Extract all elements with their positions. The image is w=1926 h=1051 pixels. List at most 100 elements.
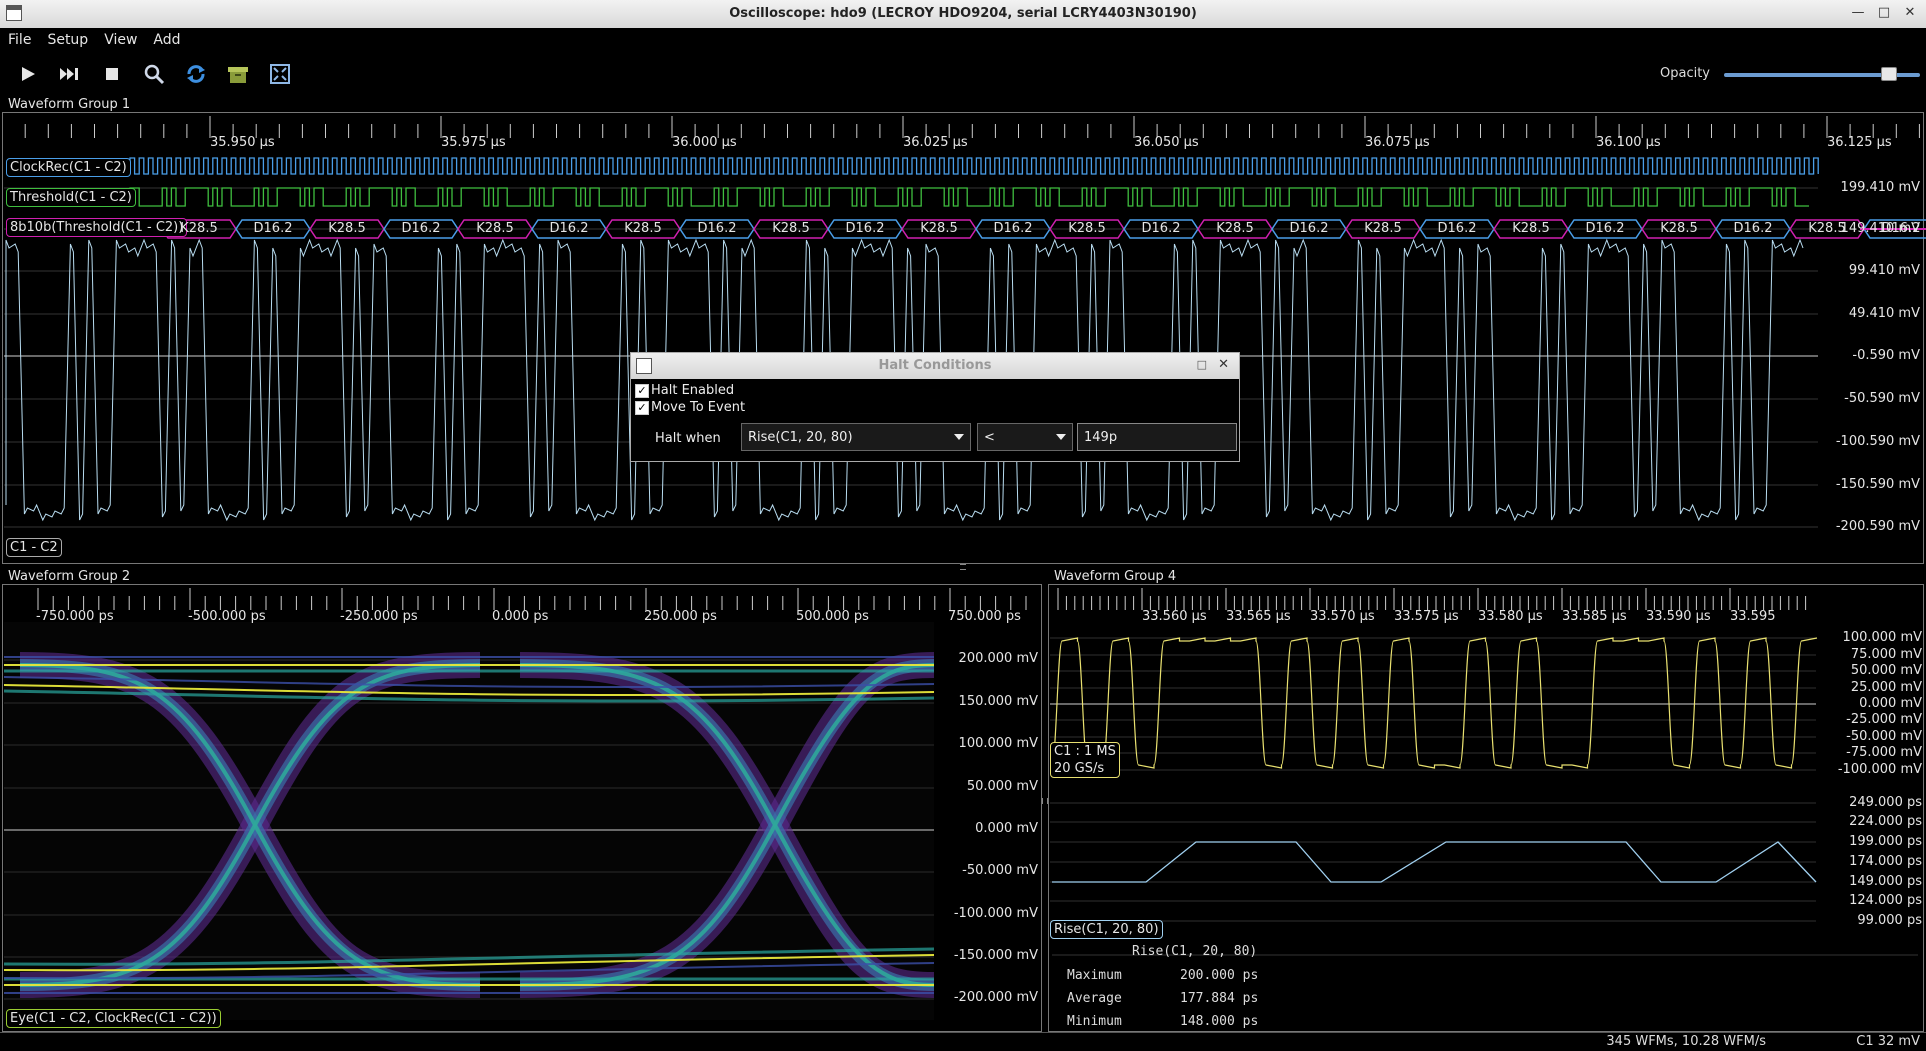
dialog-maximize-icon[interactable]: □ xyxy=(1197,358,1207,371)
menu-view[interactable]: View xyxy=(96,28,145,52)
decode-symbol-label: K28.5 xyxy=(1068,221,1106,236)
decode-symbol-label: K28.5 xyxy=(624,221,662,236)
step-icon[interactable] xyxy=(56,61,84,87)
c1-sample-depth: C1 : 1 MS xyxy=(1054,744,1116,759)
time-tick-label: 36.025 µs xyxy=(903,135,968,150)
voltage-tick-label: -50.000 mV xyxy=(1846,729,1922,744)
stats-header: Rise(C1, 20, 80) xyxy=(1132,944,1258,959)
voltage-tick-label: 25.000 mV xyxy=(1850,680,1922,695)
decode-symbol-label: D16.2 xyxy=(253,221,293,236)
decode-symbol-label: D16.2 xyxy=(549,221,589,236)
channel-label-analog[interactable]: C1 - C2 xyxy=(6,538,62,557)
halt-enabled-checkbox[interactable]: ✓ Halt Enabled xyxy=(635,383,734,398)
zoom-icon[interactable] xyxy=(140,61,168,87)
time-tick-label: 33.585 µs xyxy=(1562,609,1627,624)
chevron-down-icon xyxy=(1056,434,1066,440)
voltage-tick-label: 49.410 mV xyxy=(1848,306,1920,321)
time-tick-label: 750.000 ps xyxy=(948,609,1021,624)
time-tick-label: 33.590 µs xyxy=(1646,609,1711,624)
channel-label-c1[interactable]: C1 : 1 MS 20 GS/s xyxy=(1050,742,1120,778)
decode-symbol-label: K28.5 xyxy=(1808,221,1846,236)
halt-enabled-label: Halt Enabled xyxy=(651,383,735,398)
opacity-slider[interactable] xyxy=(1724,67,1920,81)
play-icon[interactable] xyxy=(14,61,42,87)
voltage-tick-label: 50.000 mV xyxy=(966,779,1038,794)
decode-symbol-label: K28.5 xyxy=(1216,221,1254,236)
chevron-down-icon xyxy=(954,434,964,440)
toolbar xyxy=(0,54,1926,94)
maximize-icon[interactable]: □ xyxy=(1876,5,1892,20)
opacity-slider-handle[interactable] xyxy=(1880,67,1897,81)
voltage-tick-label: -200.000 mV xyxy=(953,990,1038,1005)
stat-average-value: 177.884 ps xyxy=(1180,991,1259,1006)
status-waveform-rate: 345 WFMs, 10.28 WFM/s xyxy=(1606,1034,1766,1049)
time-tick-label: 36.050 µs xyxy=(1134,135,1199,150)
fullscreen-icon[interactable] xyxy=(266,61,294,87)
menu-file[interactable]: File xyxy=(0,28,39,52)
stat-minimum-value: 148.000 ps xyxy=(1180,1014,1259,1029)
decode-symbol-label: D16.2 xyxy=(993,221,1033,236)
splitter-handle-icon xyxy=(960,564,966,570)
horizontal-splitter[interactable] xyxy=(0,564,1926,570)
decode-symbol-label: K28.5 xyxy=(328,221,366,236)
trend-tick-label: 174.000 ps xyxy=(1849,854,1922,869)
voltage-tick-label: -150.590 mV xyxy=(1835,477,1920,492)
dialog-title: Halt Conditions xyxy=(878,358,992,373)
voltage-tick-label: -25.000 mV xyxy=(1846,712,1922,727)
voltage-tick-label: -75.000 mV xyxy=(1846,745,1922,760)
time-tick-label: 36.000 µs xyxy=(672,135,737,150)
menu-add[interactable]: Add xyxy=(145,28,188,52)
window-title: Oscilloscope: hdo9 (LECROY HDO9204, seri… xyxy=(729,6,1197,21)
voltage-tick-label: 200.000 mV xyxy=(958,651,1038,666)
channel-label-clockrec[interactable]: ClockRec(C1 - C2) xyxy=(6,158,131,177)
time-tick-label: 500.000 ps xyxy=(796,609,869,624)
channel-label-decode[interactable]: 8b10b(Threshold(C1 - C2)) xyxy=(6,218,188,237)
decode-symbol-label: K28.5 xyxy=(1364,221,1402,236)
channel-label-rise[interactable]: Rise(C1, 20, 80) xyxy=(1050,920,1163,939)
voltage-tick-label: -50.000 mV xyxy=(962,863,1038,878)
c1-trace xyxy=(1051,637,1818,769)
close-icon[interactable]: ✕ xyxy=(1902,5,1918,20)
dialog-titlebar[interactable]: Halt Conditions □ ✕ xyxy=(631,353,1239,379)
minimize-icon[interactable]: — xyxy=(1850,5,1866,20)
move-to-event-checkbox[interactable]: ✓ Move To Event xyxy=(635,400,745,415)
voltage-tick-label: -50.590 mV xyxy=(1844,391,1920,406)
decode-symbol-label: K28.5 xyxy=(476,221,514,236)
time-tick-label: 35.950 µs xyxy=(210,135,275,150)
decode-symbol-label: K28.5 xyxy=(180,221,218,236)
channel-label-eye[interactable]: Eye(C1 - C2, ClockRec(C1 - C2)) xyxy=(6,1009,221,1028)
decode-symbol-label: D16.2 xyxy=(1437,221,1477,236)
voltage-tick-label: 99.410 mV xyxy=(1848,263,1920,278)
voltage-tick-label: -100.000 mV xyxy=(1837,762,1922,777)
stat-maximum-value: 200.000 ps xyxy=(1180,968,1259,983)
refresh-icon[interactable] xyxy=(182,61,210,87)
voltage-tick-label: -100.000 mV xyxy=(953,906,1038,921)
voltage-tick-label: 100.000 mV xyxy=(1842,630,1922,645)
decode-symbol-label: D16.2 xyxy=(1585,221,1625,236)
stat-average-label: Average xyxy=(1067,991,1122,1006)
voltage-tick-label: 75.000 mV xyxy=(1850,647,1922,662)
time-tick-label: -750.000 ps xyxy=(36,609,114,624)
channel-label-threshold[interactable]: Threshold(C1 - C2) xyxy=(6,188,136,207)
voltage-tick-label: 100.000 mV xyxy=(958,736,1038,751)
measurement-value: Rise(C1, 20, 80) xyxy=(748,430,853,445)
group4-plot[interactable] xyxy=(1046,582,1926,1032)
stop-icon[interactable] xyxy=(98,61,126,87)
halt-value-input[interactable]: 149p xyxy=(1077,423,1237,451)
operator-select[interactable]: < xyxy=(977,423,1073,451)
dialog-close-icon[interactable]: ✕ xyxy=(1218,357,1229,372)
status-channel: C1 32 mV xyxy=(1856,1034,1920,1049)
clear-sweeps-icon[interactable] xyxy=(224,61,252,87)
voltage-tick-label: -150.000 mV xyxy=(953,948,1038,963)
halt-when-label: Halt when xyxy=(655,431,721,446)
trend-tick-label: 199.000 ps xyxy=(1849,834,1922,849)
measurement-select[interactable]: Rise(C1, 20, 80) xyxy=(741,423,971,451)
time-tick-label: 33.570 µs xyxy=(1310,609,1375,624)
voltage-tick-label: -0.590 mV xyxy=(1852,348,1920,363)
decode-symbol-label: D16.2 xyxy=(1881,221,1921,236)
eye-diagram-plot[interactable] xyxy=(0,582,1045,1032)
menu-setup[interactable]: Setup xyxy=(39,28,96,52)
group1-plot[interactable] xyxy=(0,110,1926,570)
move-to-event-label: Move To Event xyxy=(651,400,746,415)
trend-tick-label: 224.000 ps xyxy=(1849,814,1922,829)
